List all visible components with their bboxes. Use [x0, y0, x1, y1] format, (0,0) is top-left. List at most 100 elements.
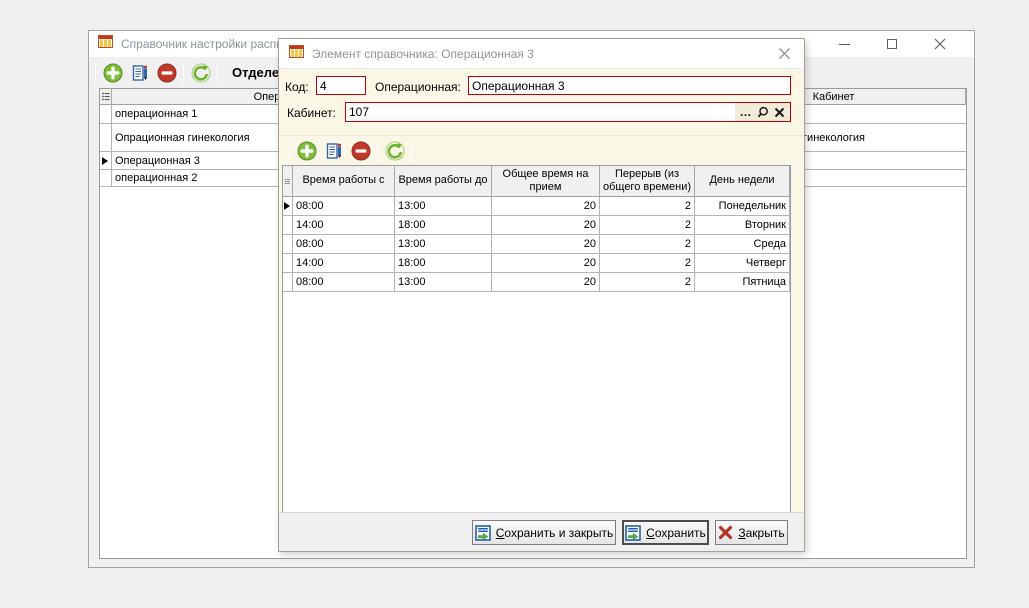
lookup-ellipsis-button[interactable]: …	[737, 104, 754, 120]
cell-weekday[interactable]: Понедельник	[695, 197, 790, 215]
row-indicator	[100, 124, 112, 151]
add-button[interactable]	[102, 62, 123, 83]
cell-total[interactable]: 20	[492, 273, 600, 291]
delete-button[interactable]	[156, 62, 177, 83]
close-dialog-button[interactable]: Закрыть	[715, 520, 788, 545]
refresh-icon	[385, 141, 405, 161]
edit-schedule-button[interactable]	[323, 140, 344, 161]
cabinet-label: Кабинет:	[287, 106, 336, 120]
row-indicator	[283, 216, 293, 234]
cell-weekday[interactable]: Четверг	[695, 254, 790, 272]
column-header-time-from[interactable]: Время работы с	[293, 166, 395, 196]
edit-button[interactable]	[129, 62, 150, 83]
schedule-row[interactable]: 08:00 13:00 20 2 Пятница	[283, 273, 790, 292]
schedule-row[interactable]: 14:00 18:00 20 2 Четверг	[283, 254, 790, 273]
row-indicator	[100, 170, 112, 186]
plus-circle-icon	[103, 63, 123, 83]
cell-weekday[interactable]: Среда	[695, 235, 790, 253]
search-icon	[756, 106, 769, 119]
cell-time-to[interactable]: 13:00	[395, 197, 492, 215]
code-input[interactable]	[316, 76, 366, 95]
table-icon	[98, 35, 113, 53]
schedule-row-current[interactable]: 08:00 13:00 20 2 Понедельник	[283, 197, 790, 216]
cell-time-from[interactable]: 14:00	[293, 216, 395, 234]
minimize-button[interactable]	[820, 31, 868, 57]
name-input[interactable]	[468, 76, 791, 95]
table-icon	[289, 45, 304, 63]
cell-weekday[interactable]: Пятница	[695, 273, 790, 291]
toolbar-separator	[377, 141, 378, 161]
cell-time-from[interactable]: 14:00	[293, 254, 395, 272]
cell-break[interactable]: 2	[600, 197, 695, 215]
cell-time-to[interactable]: 18:00	[395, 254, 492, 272]
dialog-button-bar: Сохранить и закрыть Сохранить Закрыть	[279, 512, 804, 551]
desktop: Справочник настройки расписания	[0, 0, 1029, 608]
cell-total[interactable]: 20	[492, 197, 600, 215]
save-icon	[625, 525, 641, 541]
toolbar-separator	[411, 141, 412, 161]
column-header-break[interactable]: Перерыв (из общего времени)	[600, 166, 695, 196]
row-indicator	[283, 235, 293, 253]
schedule-row[interactable]: 14:00 18:00 20 2 Вторник	[283, 216, 790, 235]
dialog-toolbar	[279, 135, 804, 165]
name-label: Операционная:	[375, 80, 461, 94]
minimize-icon	[839, 44, 850, 45]
grid-menu-icon	[285, 177, 290, 186]
lookup-clear-button[interactable]	[771, 104, 788, 120]
cell-break[interactable]: 2	[600, 254, 695, 272]
window-controls	[820, 31, 974, 57]
row-indicator	[283, 273, 293, 291]
column-header-time-to[interactable]: Время работы до	[395, 166, 492, 196]
red-x-icon	[718, 525, 733, 540]
close-icon	[778, 47, 791, 60]
cell-time-from[interactable]: 08:00	[293, 235, 395, 253]
dialog-close-button[interactable]	[764, 39, 804, 68]
cell-break[interactable]: 2	[600, 216, 695, 234]
schedule-grid: Время работы с Время работы до Общее вре…	[282, 165, 791, 513]
cell-total[interactable]: 20	[492, 254, 600, 272]
column-header-weekday[interactable]: День недели	[695, 166, 790, 196]
refresh-button[interactable]	[190, 62, 211, 83]
row-indicator-header[interactable]	[100, 89, 112, 104]
toolbar-separator	[217, 63, 218, 83]
refresh-schedule-button[interactable]	[384, 140, 405, 161]
dialog-titlebar[interactable]: Элемент справочника: Операционная 3	[279, 39, 804, 69]
toolbar-separator	[289, 141, 290, 161]
cell-time-to[interactable]: 13:00	[395, 235, 492, 253]
clear-x-icon	[774, 107, 785, 118]
current-row-marker-icon	[284, 202, 290, 210]
cell-time-from[interactable]: 08:00	[293, 197, 395, 215]
document-pencil-icon	[325, 142, 343, 160]
save-button[interactable]: Сохранить	[622, 520, 709, 545]
cell-total[interactable]: 20	[492, 235, 600, 253]
add-schedule-button[interactable]	[296, 140, 317, 161]
minus-circle-icon	[157, 63, 177, 83]
cell-time-from[interactable]: 08:00	[293, 273, 395, 291]
cell-weekday[interactable]: Вторник	[695, 216, 790, 234]
column-header-total-time[interactable]: Общее время на прием	[492, 166, 600, 196]
refresh-icon	[191, 63, 211, 83]
maximize-button[interactable]	[868, 31, 916, 57]
row-indicator	[100, 152, 112, 169]
maximize-icon	[887, 39, 897, 49]
grid-menu-icon	[102, 92, 110, 101]
cell-total[interactable]: 20	[492, 216, 600, 234]
delete-schedule-button[interactable]	[350, 140, 371, 161]
lookup-search-button[interactable]	[754, 104, 771, 120]
schedule-row[interactable]: 08:00 13:00 20 2 Среда	[283, 235, 790, 254]
row-indicator	[283, 254, 293, 272]
cabinet-input[interactable]	[346, 103, 735, 121]
row-indicator-header[interactable]	[283, 166, 293, 196]
close-icon	[934, 38, 946, 50]
cell-break[interactable]: 2	[600, 273, 695, 291]
cell-break[interactable]: 2	[600, 235, 695, 253]
row-indicator	[283, 197, 293, 215]
row-indicator	[100, 105, 112, 123]
close-button[interactable]	[916, 31, 964, 57]
toolbar-separator	[95, 63, 96, 83]
grid-header: Время работы с Время работы до Общее вре…	[283, 166, 790, 197]
save-and-close-button[interactable]: Сохранить и закрыть	[472, 520, 616, 545]
current-row-marker-icon	[102, 157, 108, 165]
cell-time-to[interactable]: 13:00	[395, 273, 492, 291]
cell-time-to[interactable]: 18:00	[395, 216, 492, 234]
